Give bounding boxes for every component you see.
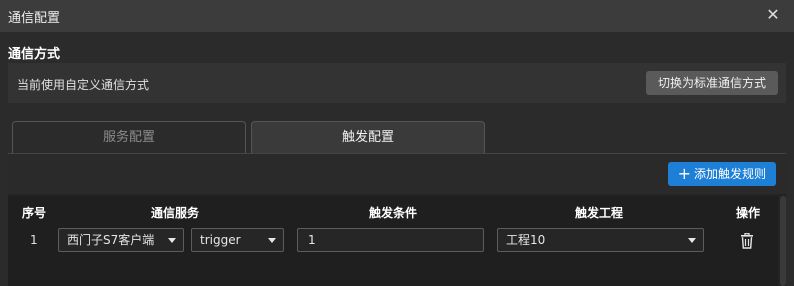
service-select[interactable]: 西门子S7客户端 [58,228,184,252]
chevron-down-icon [168,238,176,243]
row-index: 1 [30,233,38,247]
trigger-table: 序号 通信服务 触发条件 触发工程 操作 1 西门子S7客户端 trigger … [8,196,778,286]
add-trigger-rule-button[interactable]: + 添加触发规则 [667,162,776,186]
section-title: 通信方式 [8,47,61,62]
chevron-down-icon [268,238,276,243]
tab-trigger-config[interactable]: 触发配置 [251,121,485,153]
window-title: 通信配置 [8,11,61,26]
service-type-select[interactable]: trigger [191,228,284,252]
chevron-down-icon [688,238,696,243]
header-index: 序号 [21,206,47,220]
add-trigger-rule-label: 添加触发规则 [693,167,766,181]
trash-icon[interactable] [740,233,754,249]
plus-icon: + [677,164,691,183]
header-action: 操作 [735,206,761,220]
trigger-project-select[interactable]: 工程10 [497,228,704,252]
header-project: 触发工程 [574,206,624,220]
header-condition: 触发条件 [368,206,418,220]
vertical-scrollbar[interactable] [780,196,786,286]
trigger-condition-input[interactable]: 1 [297,228,484,252]
header-service: 通信服务 [150,206,200,220]
switch-standard-button[interactable]: 切换为标准通信方式 [645,71,778,95]
service-type-select-value: trigger [200,233,241,247]
tab-service-config[interactable]: 服务配置 [12,121,246,153]
current-mode-text: 当前使用自定义通信方式 [17,78,150,92]
trigger-project-select-value: 工程10 [506,233,546,247]
title-bar: 通信配置 ✕ [0,0,794,32]
close-icon[interactable]: ✕ [764,5,782,25]
service-select-value: 西门子S7客户端 [67,233,155,247]
mode-panel: 当前使用自定义通信方式 切换为标准通信方式 [8,63,786,103]
tab-body: + 添加触发规则 序号 通信服务 触发条件 触发工程 操作 1 西门子S7客户端… [8,153,786,286]
toolbar: + 添加触发规则 [8,154,786,194]
